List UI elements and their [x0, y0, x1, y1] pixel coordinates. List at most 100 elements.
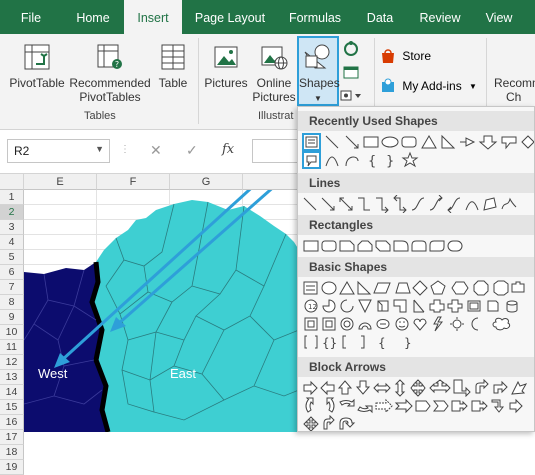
recent-shapes-icons-1[interactable]: [302, 133, 534, 151]
tab-review[interactable]: Review: [412, 0, 468, 34]
my-addins-label: My Add-ins: [402, 79, 462, 93]
basic-shapes-row-4: {} { }: [302, 333, 534, 351]
enter-icon[interactable]: ✓: [186, 142, 198, 159]
recommended-pivottables-button[interactable]: ? Recommended PivotTables: [68, 42, 152, 104]
row-header-15[interactable]: 15: [0, 400, 24, 415]
formula-input[interactable]: [252, 139, 302, 163]
row-header-2[interactable]: 2: [0, 205, 24, 220]
basic-shapes-row-3: [302, 315, 534, 333]
svg-text:{: {: [378, 336, 386, 350]
row-header-11[interactable]: 11: [0, 340, 24, 355]
insert-function-button[interactable]: fx: [222, 142, 234, 157]
row-header-19[interactable]: 19: [0, 460, 24, 475]
block-arrows-icons-1[interactable]: [302, 379, 534, 397]
map-region-east: [92, 200, 299, 432]
rectangles-row: [302, 237, 534, 255]
recent-shapes-icons-2[interactable]: { }: [302, 151, 534, 169]
online-pictures-label-1: Online: [256, 76, 292, 90]
shapes-icon: [304, 44, 330, 69]
row-header-5[interactable]: 5: [0, 250, 24, 265]
block-arrows-icons-2[interactable]: [302, 397, 534, 415]
store-icon: [382, 49, 394, 63]
column-header-g[interactable]: G: [170, 174, 243, 190]
online-pictures-icon: [261, 46, 288, 70]
smartart-icon: [344, 41, 358, 56]
basic-shapes-icons-2[interactable]: 12: [302, 297, 534, 315]
my-addins-button[interactable]: My Add-ins ▼: [380, 78, 477, 94]
row-header-16[interactable]: 16: [0, 415, 24, 430]
svg-text:12: 12: [308, 303, 317, 311]
map-label-east: East: [170, 366, 197, 381]
row-header-12[interactable]: 12: [0, 355, 24, 370]
tab-formulas[interactable]: Formulas: [282, 0, 348, 34]
row-header-7[interactable]: 7: [0, 280, 24, 295]
row-header-10[interactable]: 10: [0, 325, 24, 340]
lines-row: [302, 195, 534, 213]
name-box-dropdown-icon[interactable]: ▼: [95, 144, 104, 154]
online-pictures-button[interactable]: Online Pictures: [252, 42, 296, 104]
tab-data[interactable]: Data: [360, 0, 400, 34]
row-header-18[interactable]: 18: [0, 445, 24, 460]
basic-shapes-icons-3[interactable]: [302, 315, 534, 333]
recently-used-shapes-row-1: [302, 133, 534, 151]
block-arrows-row-2: [302, 397, 534, 415]
block-arrows-row-3: [302, 415, 534, 432]
row-header-1[interactable]: 1: [0, 190, 24, 205]
table-button[interactable]: Table: [154, 42, 192, 90]
row-header-3[interactable]: 3: [0, 220, 24, 235]
column-header-e[interactable]: E: [24, 174, 97, 190]
lines-icons[interactable]: [302, 195, 534, 213]
block-arrows-icons-3[interactable]: [302, 415, 534, 432]
column-header-h[interactable]: [243, 174, 299, 190]
column-header-f[interactable]: F: [97, 174, 170, 190]
store-button[interactable]: Store: [380, 48, 431, 64]
basic-shapes-row-2: 12: [302, 297, 534, 315]
section-block-arrows: Block Arrows: [298, 357, 534, 377]
cancel-icon[interactable]: ✕: [150, 142, 162, 159]
row-header-13[interactable]: 13: [0, 370, 24, 385]
screenshot-button[interactable]: [342, 64, 360, 85]
table-label: Table: [158, 76, 188, 90]
row-header-8[interactable]: 8: [0, 295, 24, 310]
row-header-6[interactable]: 6: [0, 265, 24, 280]
recommended-charts-label-2: Ch: [506, 90, 522, 104]
section-rectangles: Rectangles: [298, 215, 534, 235]
basic-shapes-icons-4[interactable]: {} { }: [302, 333, 534, 351]
ribbon-tab-bar: File Home Insert Page Layout Formulas Da…: [0, 0, 535, 35]
row-header-17[interactable]: 17: [0, 430, 24, 445]
rectangles-icons[interactable]: [302, 237, 534, 255]
tab-insert[interactable]: Insert: [124, 0, 182, 35]
smartart-button[interactable]: [342, 40, 360, 61]
row-header-4[interactable]: 4: [0, 235, 24, 250]
shapes-button[interactable]: Shapes ▼: [297, 36, 340, 106]
tab-page-layout[interactable]: Page Layout: [188, 0, 272, 34]
shapes-label: Shapes: [299, 76, 340, 90]
select-all-corner[interactable]: [0, 174, 24, 190]
section-recently-used-shapes: Recently Used Shapes: [298, 111, 534, 131]
row-header-9[interactable]: 9: [0, 310, 24, 325]
recommended-pivottables-label-2: PivotTables: [79, 90, 141, 104]
name-box[interactable]: R2 ▼: [7, 139, 110, 163]
recommended-charts-label-1: Recomm: [494, 76, 535, 90]
worksheet-grid[interactable]: West East: [24, 190, 299, 432]
screenshot-dropdown-icon[interactable]: [340, 88, 362, 105]
svg-text:{}: {}: [322, 336, 337, 350]
online-pictures-label-2: Pictures: [252, 90, 296, 104]
tab-home[interactable]: Home: [66, 0, 120, 34]
my-addins-icon: [382, 78, 394, 92]
recommended-charts-button[interactable]: Recomm Ch: [494, 76, 535, 104]
map-chart: [24, 190, 299, 432]
recommended-pivottables-label-1: Recommended: [69, 76, 151, 90]
svg-text:?: ?: [115, 60, 119, 69]
shapes-dropdown-arrow-icon: ▼: [314, 94, 322, 103]
pictures-button[interactable]: Pictures: [202, 42, 250, 90]
illustrations-group-label: Illustrat: [258, 110, 294, 122]
row-header-14[interactable]: 14: [0, 385, 24, 400]
tab-view[interactable]: View: [478, 0, 520, 34]
basic-shapes-row-1: [302, 279, 534, 297]
basic-shapes-icons-1[interactable]: [302, 279, 534, 297]
map-label-west: West: [38, 366, 68, 381]
pivottable-button[interactable]: PivotTable: [6, 42, 68, 90]
tab-file[interactable]: File: [12, 0, 50, 34]
table-icon: [161, 44, 185, 70]
